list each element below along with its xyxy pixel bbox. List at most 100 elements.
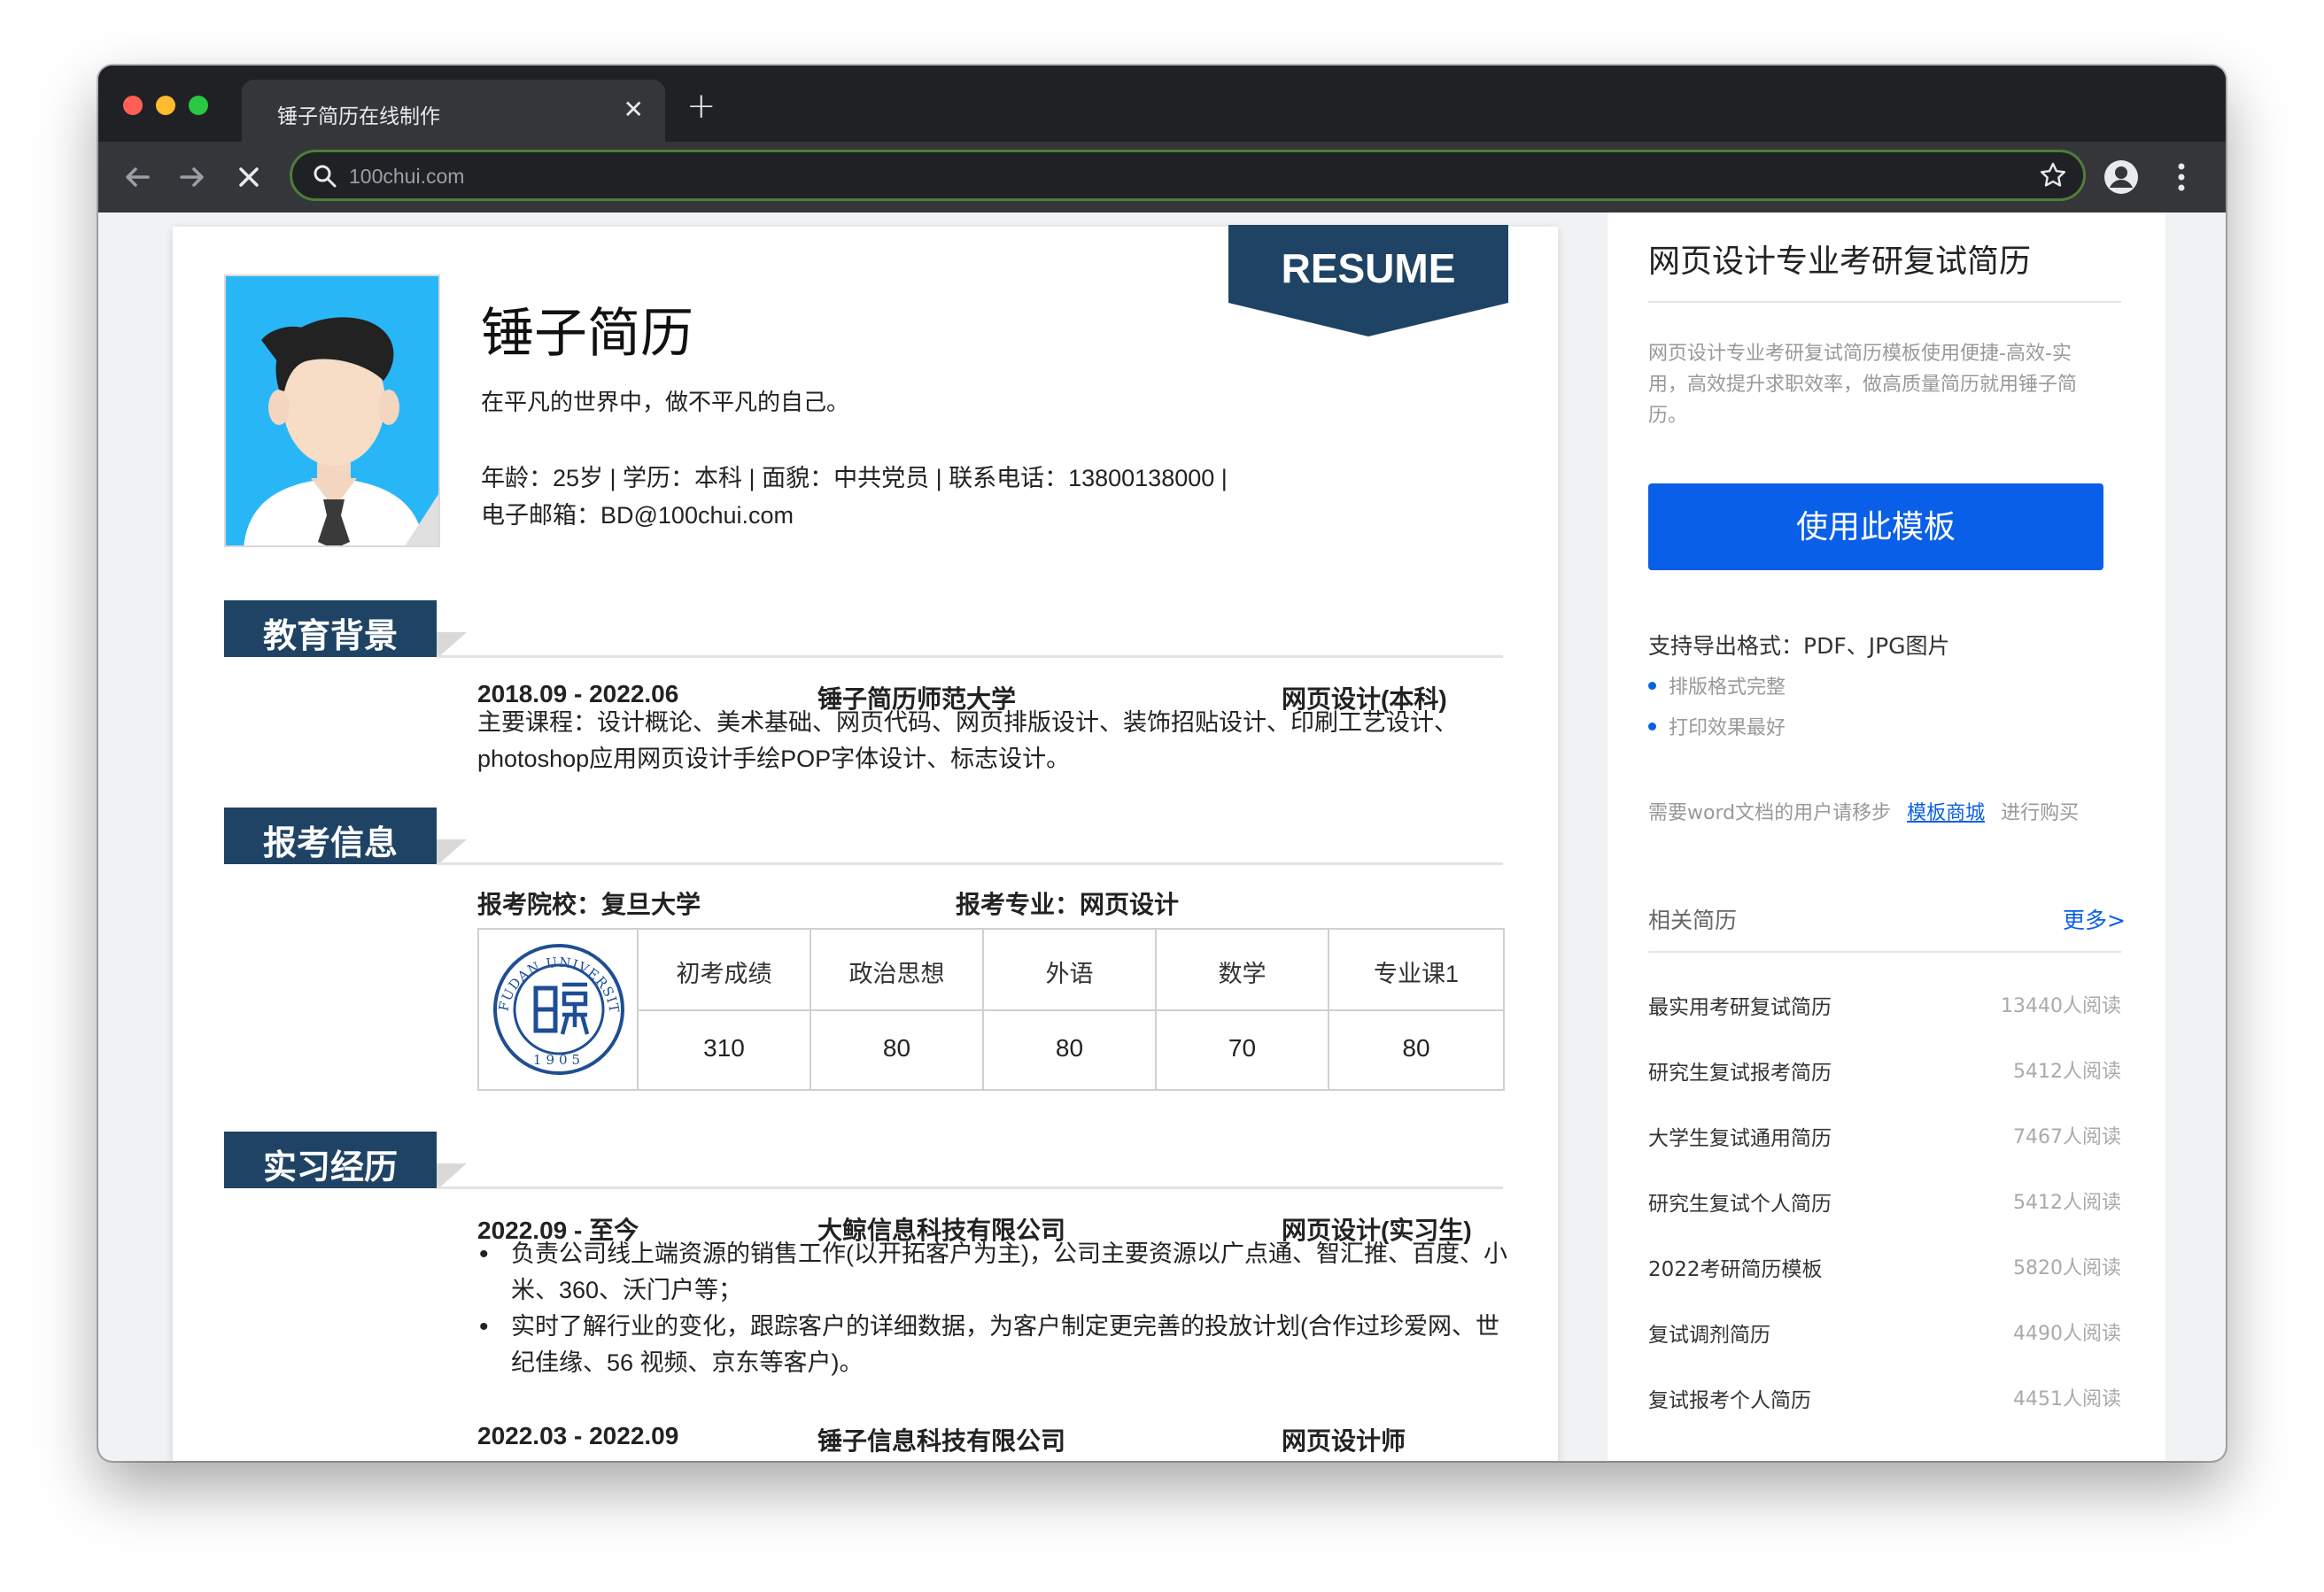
divider [1648,951,2121,953]
address-bar[interactable]: 100chui.com [290,150,2086,201]
section-divider [437,1186,1503,1189]
use-template-button[interactable]: 使用此模板 [1648,483,2103,570]
tab-close-icon[interactable]: ✕ [624,96,644,124]
score-value: 80 [882,1034,911,1062]
score-header: 外语 [1045,961,1094,987]
word-notice-prefix: 需要word文档的用户请移步 [1648,802,1892,824]
section-heading-exam: 报考信息 [224,808,437,864]
more-link[interactable]: 更多> [2063,903,2126,935]
word-notice-suffix: 进行购买 [2001,802,2080,824]
score-table: FUDAN UNIVERSITY 1905 初考成绩 310 政治思想 80 [474,917,1505,1091]
related-resume-name[interactable]: 2022考研简历模板 [1648,1252,1823,1282]
search-icon [312,163,338,193]
related-resume-name[interactable]: 最实用考研复试简历 [1648,990,1832,1020]
related-resume-item[interactable]: 复试调剂简历 4490人阅读 [1648,1318,2121,1353]
related-resume-item[interactable]: 最实用考研复试简历 13440人阅读 [1648,990,2121,1025]
template-sidebar: 网页设计专业考研复试简历 网页设计专业考研复试简历模板使用便捷-高效-实用，高效… [1607,213,2165,1461]
section-heading-label: 实习经历 [262,1148,398,1186]
resume-motto: 在平凡的世界中，做不平凡的自己。 [481,389,850,415]
svg-text:1905: 1905 [533,1052,585,1068]
section-heading-label: 教育背景 [262,616,398,655]
export-formats: 支持导出格式：PDF、JPG图片 [1648,633,1950,659]
related-resume-name[interactable]: 复试报考个人简历 [1648,1383,1811,1413]
feature-item: 打印效果最好 [1648,712,1786,740]
job1-bullet-cont: 纪佳缘、56 视频、京东等客户)。 [511,1349,864,1376]
resume-ribbon-label: RESUME [1281,245,1456,291]
tab-title: 锤子简历在线制作 [277,105,440,128]
related-resume-name[interactable]: 研究生复试个人简历 [1648,1186,1832,1217]
exam-major: 报考专业：网页设计 [956,891,1180,918]
forward-arrow-icon[interactable] [173,158,212,197]
related-resume-views: 4451人阅读 [2013,1388,2121,1410]
related-resume-views: 7467人阅读 [2013,1126,2121,1148]
related-resume-item[interactable]: 2022考研简历模板 5820人阅读 [1648,1252,2121,1287]
score-value: 80 [1402,1034,1430,1062]
section-heading-internship: 实习经历 [224,1132,437,1188]
template-title: 网页设计专业考研复试简历 [1648,243,2032,280]
related-resumes-label: 相关简历 [1648,908,1738,933]
section-divider [437,655,1503,658]
resume-paper: RESUME 锤子简历 在平凡的世界中，做不平凡的自己。 年龄：25岁 | 学历… [173,225,1558,1461]
url-text[interactable]: 100chui.com [349,165,464,189]
score-value: 70 [1228,1034,1257,1062]
page-viewport: RESUME 锤子简历 在平凡的世界中，做不平凡的自己。 年龄：25岁 | 学历… [98,213,2226,1461]
score-header: 专业课1 [1373,961,1460,987]
svg-text:FUDAN UNIVERSITY: FUDAN UNIVERSITY [479,930,623,1015]
score-header: 数学 [1218,961,1267,987]
job1-bullet-cont: 米、360、沃门户等； [511,1277,743,1303]
tab-bar: 锤子简历在线制作 ✕ + [98,66,2226,142]
job1-bullet: 实时了解行业的变化，跟踪客户的详细数据，为客户制定更完善的投放计划(合作过珍爱网… [479,1309,1499,1345]
related-resume-name[interactable]: 研究生复试报考简历 [1648,1055,1832,1086]
related-resume-name[interactable]: 复试调剂简历 [1648,1318,1770,1348]
bookmark-star-icon[interactable] [2039,161,2067,197]
job1-bullet: 负责公司线上端资源的销售工作(以开拓客户为主)，公司主要资源以广点通、智汇推、百… [479,1236,1507,1272]
word-notice: 需要word文档的用户请移步 模板商城 进行购买 [1648,797,2079,825]
minimize-window-button[interactable] [156,96,175,115]
score-header: 初考成绩 [676,961,772,987]
related-resume-item[interactable]: 复试报考个人简历 4451人阅读 [1648,1383,2121,1418]
template-description: 网页设计专业考研复试简历模板使用便捷-高效-实用，高效提升求职效率，做高质量简历… [1648,343,2078,427]
resume-name: 锤子简历 [481,303,693,365]
related-resume-item[interactable]: 研究生复试报考简历 5412人阅读 [1648,1055,2121,1091]
new-tab-button[interactable]: + [686,89,717,124]
resume-ribbon: RESUME [1228,225,1508,340]
profile-photo [224,274,440,547]
resume-email: 电子邮箱：BD@100chui.com [481,502,794,529]
divider [1648,301,2121,303]
browser-window: 锤子简历在线制作 ✕ + 100chui.com RESUME 锤子简历 在平凡… [98,66,2226,1461]
bullet-dot-icon [1648,722,1656,730]
feature-label: 打印效果最好 [1669,717,1786,739]
browser-menu-icon[interactable] [2176,159,2187,205]
profile-avatar-icon[interactable] [2103,159,2139,198]
education-courses-cont: photoshop应用网页设计手绘POP字体设计、标志设计。 [477,746,1071,772]
browser-tab[interactable]: 锤子简历在线制作 ✕ [242,80,665,142]
related-resume-views: 13440人阅读 [2001,995,2121,1017]
section-divider [437,862,1503,865]
related-resume-views: 5412人阅读 [2013,1192,2121,1214]
related-resume-views: 4490人阅读 [2013,1323,2121,1345]
related-resume-item[interactable]: 研究生复试个人简历 5412人阅读 [1648,1186,2121,1222]
score-value: 310 [703,1034,745,1062]
bullet-dot-icon [1648,681,1656,690]
section-heading-education: 教育背景 [224,600,437,657]
browser-toolbar: 100chui.com [98,142,2226,213]
template-store-link[interactable]: 模板商城 [1907,802,1985,824]
job2-period: 2022.03 - 2022.09 [477,1422,679,1449]
feature-item: 排版格式完整 [1648,671,1786,699]
related-resume-name[interactable]: 大学生复试通用简历 [1648,1121,1832,1151]
resume-basic-info: 年龄：25岁 | 学历：本科 | 面貌：中共党员 | 联系电话：13800138… [481,465,1228,491]
related-resume-views: 5820人阅读 [2013,1257,2121,1279]
section-heading-label: 报考信息 [262,823,398,862]
exam-school: 报考院校：复旦大学 [477,891,701,918]
related-resume-item[interactable]: 大学生复试通用简历 7467人阅读 [1648,1121,2121,1156]
fudan-university-logo: FUDAN UNIVERSITY 1905 [474,917,639,1089]
close-window-button[interactable] [123,96,143,115]
stop-loading-icon[interactable] [229,158,268,197]
maximize-window-button[interactable] [189,96,208,115]
table-row-divider [639,1009,1503,1011]
education-courses: 主要课程：设计概论、美术基础、网页代码、网页排版设计、装饰招贴设计、印刷工艺设计… [477,709,1458,736]
feature-label: 排版格式完整 [1669,676,1786,699]
back-arrow-icon[interactable] [118,158,157,197]
related-resume-views: 5412人阅读 [2013,1061,2121,1083]
score-header: 政治思想 [848,961,945,987]
